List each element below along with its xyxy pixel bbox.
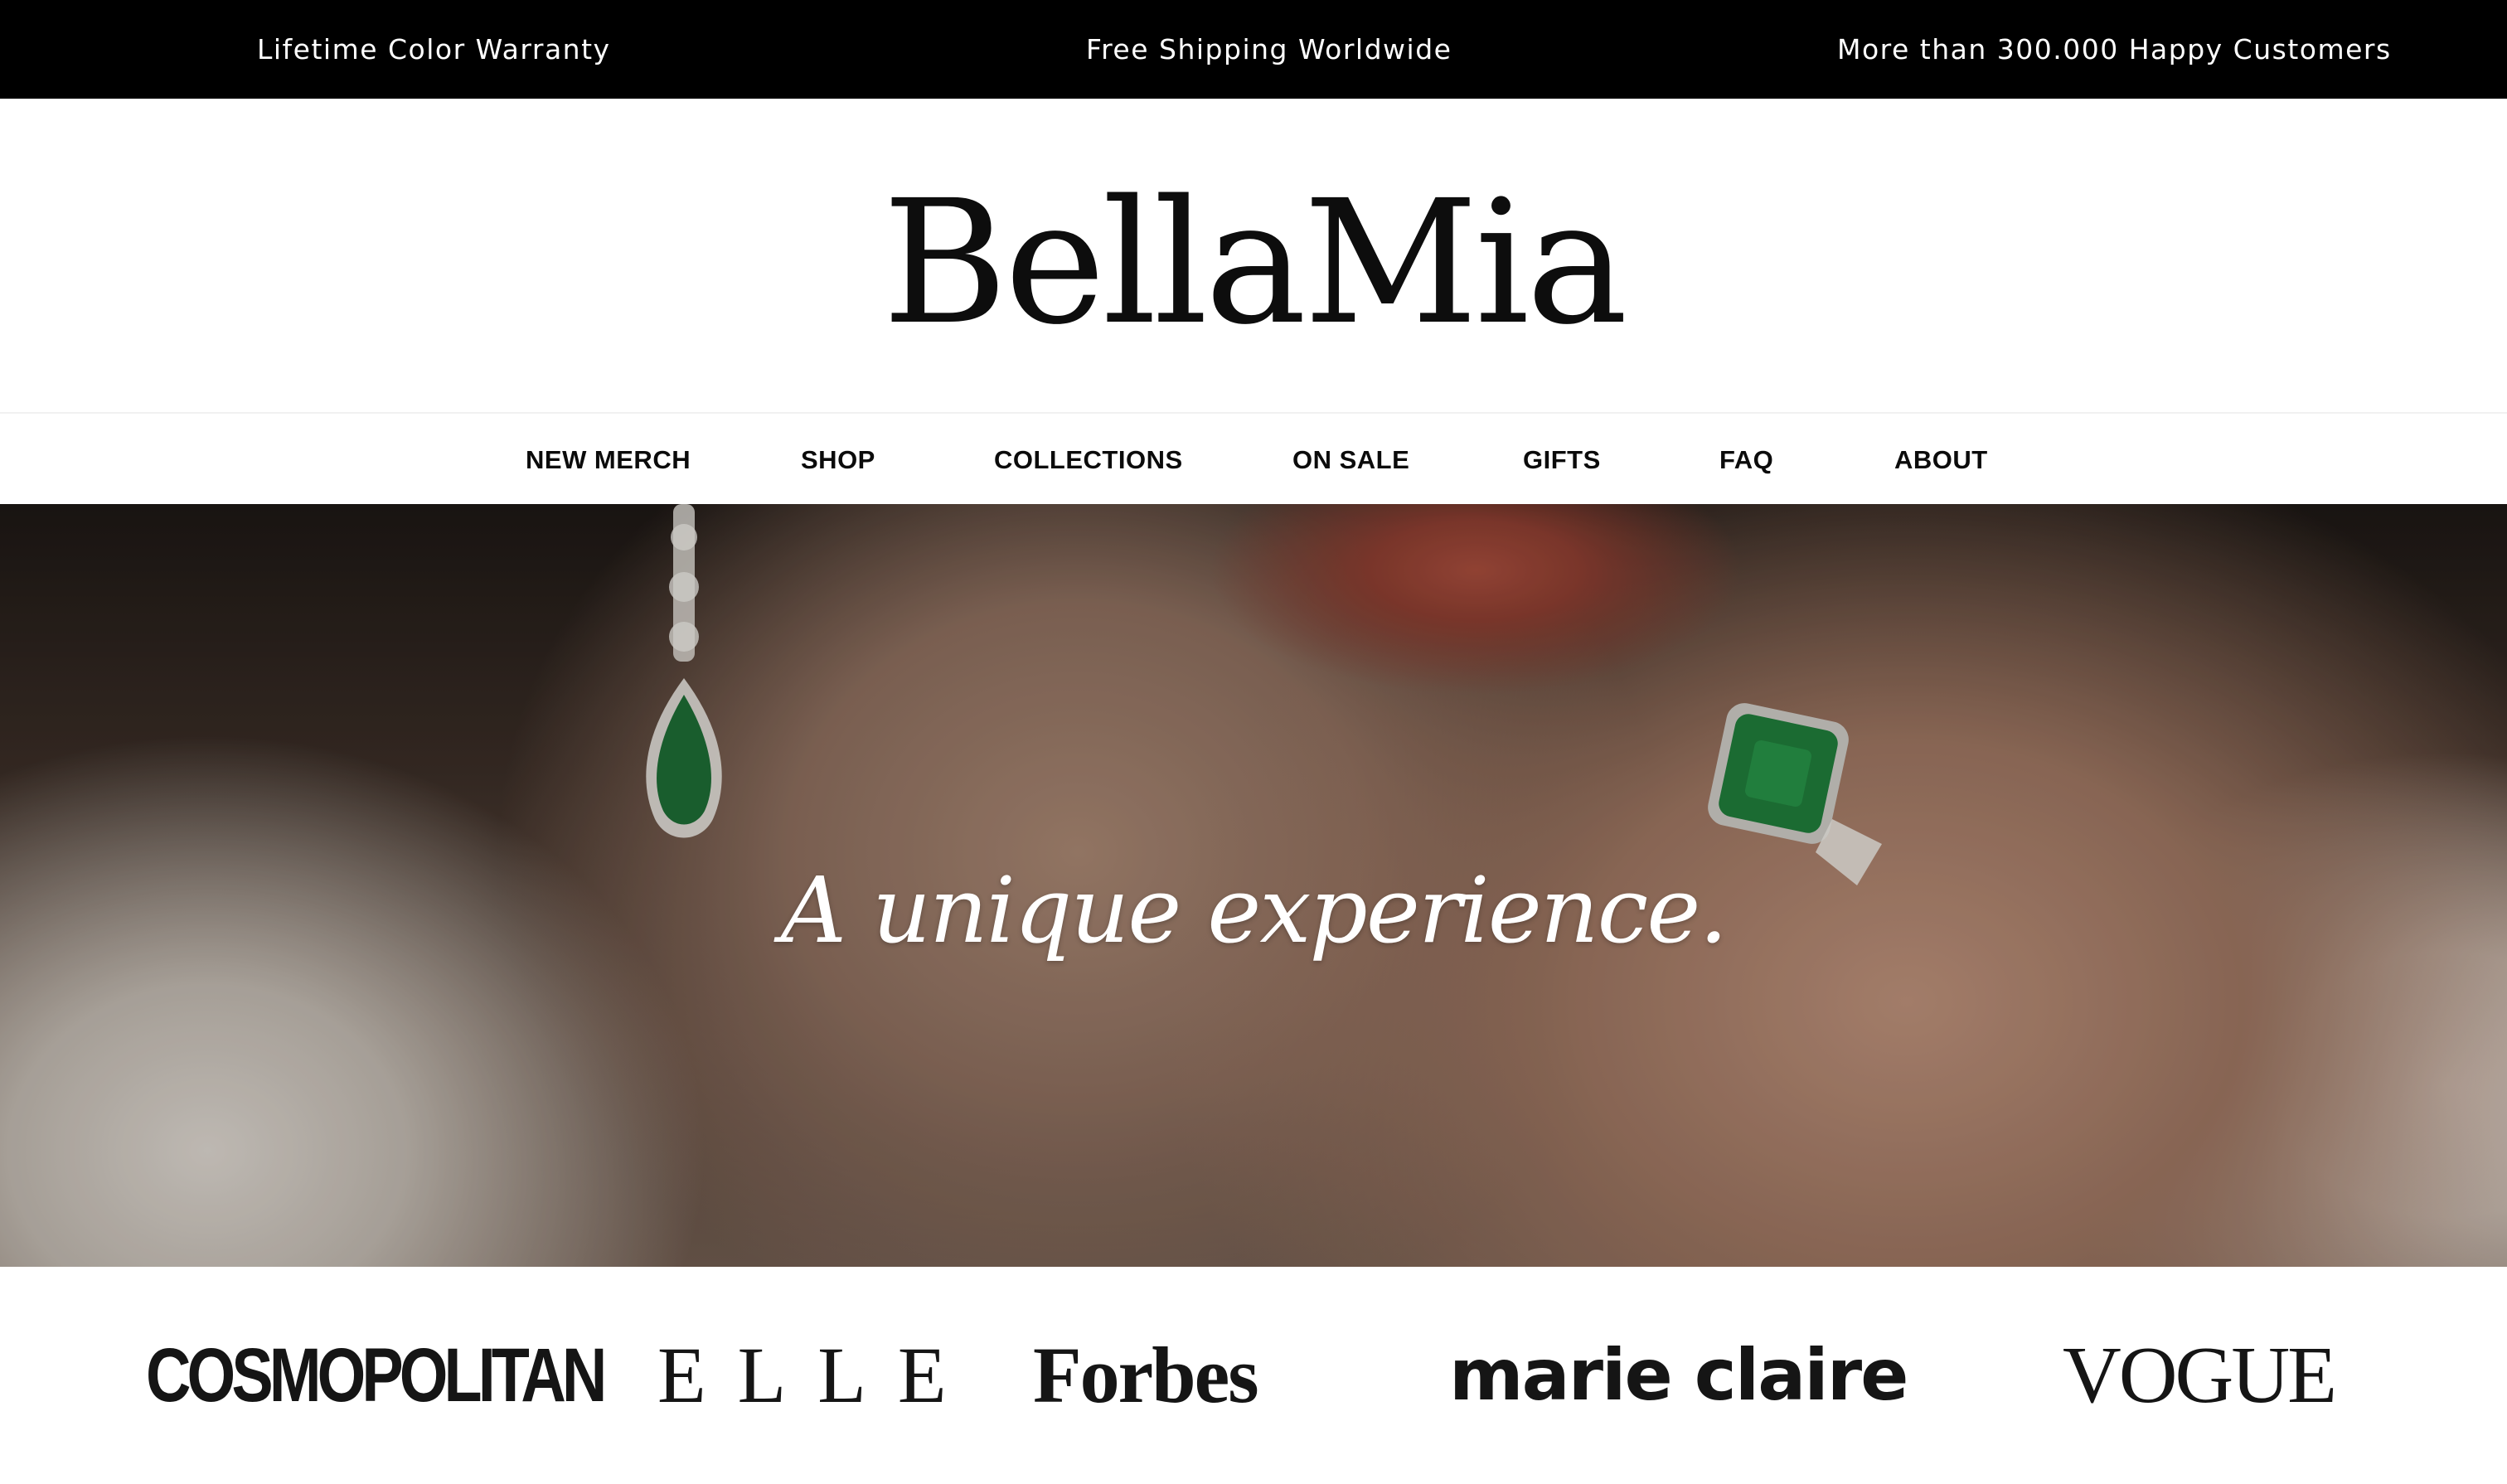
announcement-bar: Lifetime Color Warranty Free Shipping Wo… [0,0,2507,99]
announcement-shipping: Free Shipping Worldwide [1086,33,1452,65]
hero-tagline: A unique experience. [780,857,1729,963]
cosmopolitan-logo: COSMOPOLITAN [146,1333,607,1418]
nav-about[interactable]: ABOUT [1894,414,1988,506]
nav-shop[interactable]: SHOP [801,414,875,506]
nav-on-sale[interactable]: ON SALE [1292,414,1409,506]
forbes-logo: Forbes [1033,1331,1259,1419]
site-logo[interactable]: BellaMia [0,99,2507,412]
vogue-logo: VOGUE [2063,1331,2337,1420]
marie-claire-logo: marie claire [1449,1334,1909,1417]
main-navigation: NEW MERCH SHOP COLLECTIONS ON SALE GIFTS… [0,412,2507,504]
press-logos: COSMOPOLITAN ELLE Forbes marie claire VO… [0,1267,2507,1484]
announcement-customers: More than 300.000 Happy Customers [1837,33,2392,65]
announcement-warranty: Lifetime Color Warranty [257,33,611,65]
nav-new-merch[interactable]: NEW MERCH [526,414,691,506]
nav-faq[interactable]: FAQ [1719,414,1773,506]
nav-gifts[interactable]: GIFTS [1523,414,1601,506]
elle-logo: ELLE [657,1331,978,1419]
hero-banner[interactable]: A unique experience. [0,504,2507,1267]
nav-collections[interactable]: COLLECTIONS [994,414,1183,506]
